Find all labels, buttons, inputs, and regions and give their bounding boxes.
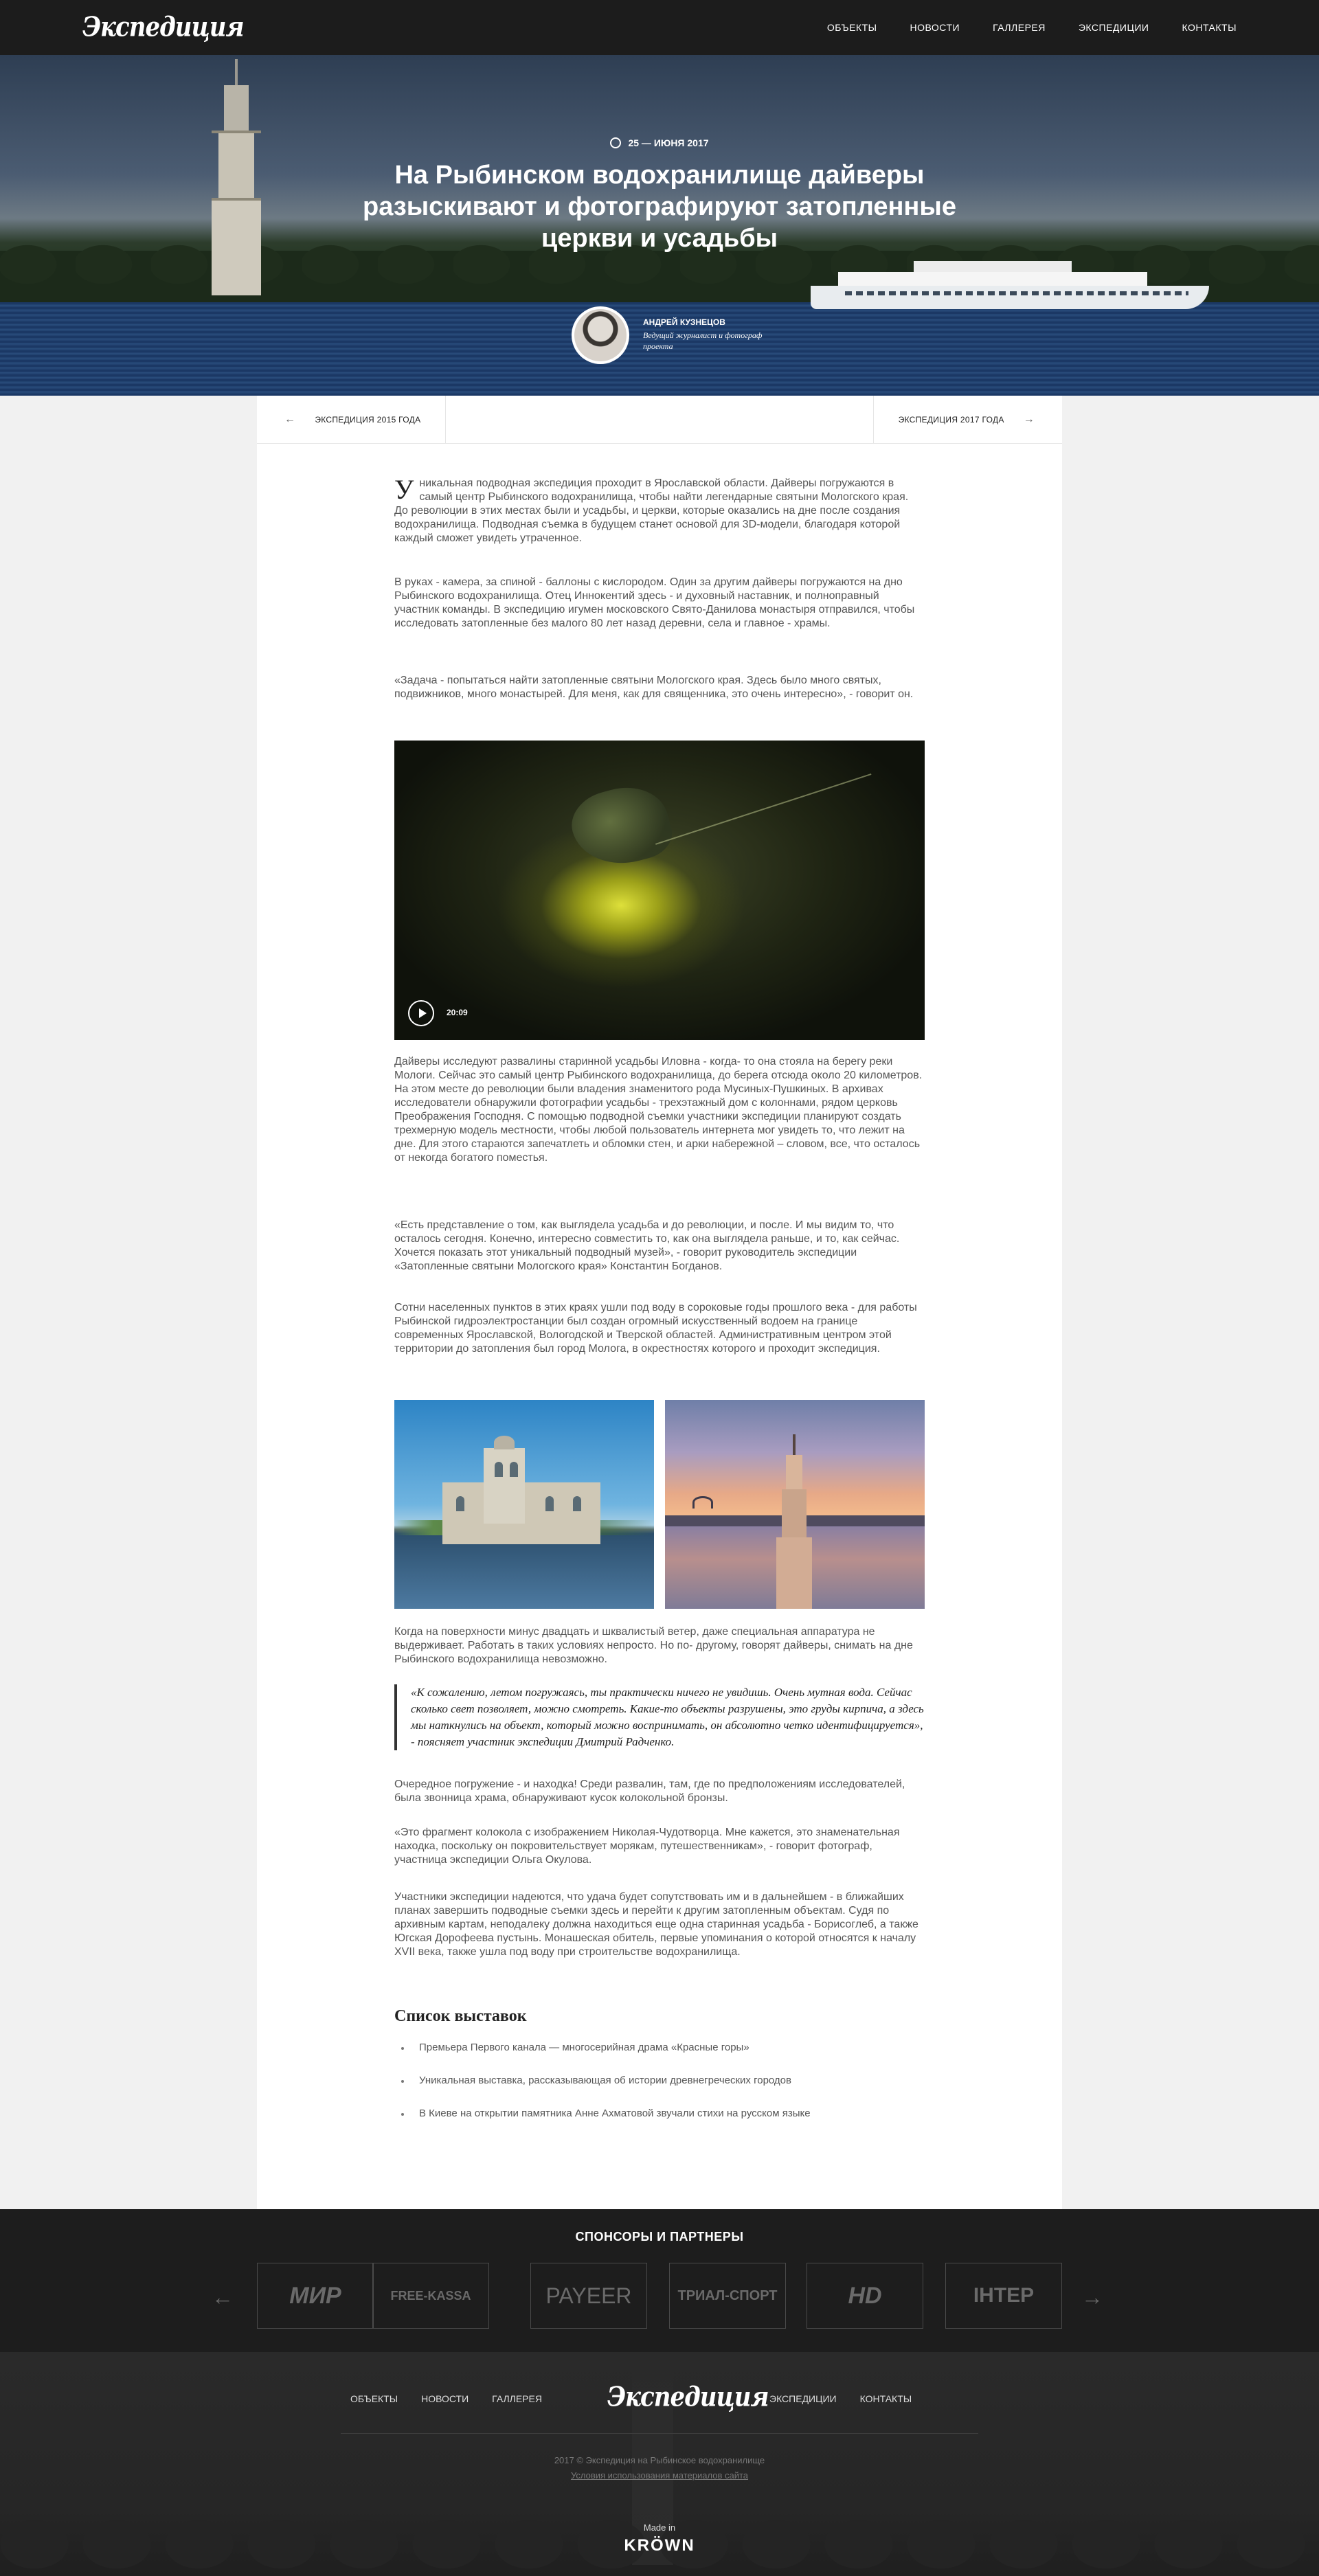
author-name[interactable]: АНДРЕЙ КУЗНЕЦОВ (643, 317, 725, 327)
sponsor-logo-trial-sport[interactable]: ТРИАЛ-СПОРТ (669, 2263, 786, 2329)
flooded-belltower-photo[interactable] (665, 1400, 925, 1609)
article-container: ← ЭКСПЕДИЦИЯ 2015 ГОДА ЭКСПЕДИЦИЯ 2017 ГО… (257, 396, 1062, 2209)
prev-post-link[interactable]: ← ЭКСПЕДИЦИЯ 2015 ГОДА (284, 396, 447, 444)
sponsor-logo-freekassa[interactable]: FREE-KASSA (372, 2263, 489, 2329)
video-duration: 20:09 (447, 1008, 468, 1017)
publish-date-text: 25 — ИЮНЯ 2017 (628, 137, 709, 148)
footer-nav-right: ЭКСПЕДИЦИИ КОНТАКТЫ (769, 2393, 912, 2404)
site-footer: ОБЪЕКТЫ НОВОСТИ ГАЛЛЕРЕЯ Экспедиция ЭКСП… (0, 2352, 1319, 2576)
terms-link[interactable]: Условия использования материалов сайта (0, 2470, 1319, 2481)
author-block: АНДРЕЙ КУЗНЕЦОВ Ведущий журналист и фото… (572, 306, 805, 364)
author-role: Ведущий журналист и фотограф проекта (643, 330, 763, 351)
paragraph: «Задача - попытаться найти затопленные с… (394, 675, 914, 700)
top-navbar: Экспедиция ОБЪЕКТЫ НОВОСТИ ГАЛЛЕРЕЯ ЭКСП… (0, 0, 1319, 55)
nav-news[interactable]: НОВОСТИ (910, 22, 960, 33)
clock-icon (610, 137, 622, 148)
footer-nav-objects[interactable]: ОБЪЕКТЫ (350, 2393, 398, 2404)
play-icon[interactable] (408, 1000, 434, 1026)
footer-nav-contacts[interactable]: КОНТАКТЫ (860, 2393, 912, 2404)
nav-gallery[interactable]: ГАЛЛЕРЕЯ (993, 22, 1046, 33)
avatar[interactable] (572, 306, 629, 364)
article-quote: «К сожалению, летом погружаясь, ты практ… (394, 1684, 925, 1750)
list-item[interactable]: В Киеве на открытии памятника Анне Ахмат… (394, 2108, 811, 2119)
paragraph: Уникальная подводная экспедиция проходит… (394, 474, 909, 544)
paragraph: Участники экспедиции надеются, что удача… (394, 1891, 918, 1958)
paragraph: В руках - камера, за спиной - баллоны с … (394, 576, 915, 629)
cruise-ship-image (811, 261, 1209, 309)
list-title: Список выставок (394, 2007, 527, 2025)
hero-banner: 25 — ИЮНЯ 2017 На Рыбинском водохранилищ… (0, 55, 1319, 396)
paragraph: «Есть представление о том, как выглядела… (394, 1219, 900, 1272)
publish-date: 25 — ИЮНЯ 2017 (0, 137, 1319, 148)
footer-nav-news[interactable]: НОВОСТИ (421, 2393, 469, 2404)
guide-rope (655, 773, 872, 845)
nav-expeditions[interactable]: ЭКСПЕДИЦИИ (1079, 22, 1149, 33)
paragraph: «Это фрагмент колокола с изображением Ни… (394, 1827, 900, 1866)
main-nav: ОБЪЕКТЫ НОВОСТИ ГАЛЛЕРЕЯ ЭКСПЕДИЦИИ КОНТ… (827, 0, 1237, 55)
footer-logo[interactable]: Экспедиция (607, 2382, 769, 2413)
site-logo[interactable]: Экспедиция (82, 12, 245, 43)
list-item[interactable]: Премьера Первого канала — многосерийная … (394, 2042, 749, 2053)
footer-nav-left: ОБЪЕКТЫ НОВОСТИ ГАЛЛЕРЕЯ (350, 2393, 542, 2404)
footer-nav-expeditions[interactable]: ЭКСПЕДИЦИИ (769, 2393, 837, 2404)
article-title: На Рыбинском водохранилище дайверы разыс… (363, 161, 956, 253)
list-item[interactable]: Уникальная выставка, рассказывающая об и… (394, 2075, 791, 2086)
paragraph: Сотни населенных пунктов в этих краях уш… (394, 1302, 917, 1355)
nav-objects[interactable]: ОБЪЕКТЫ (827, 22, 877, 33)
diver-silhouette (565, 777, 677, 876)
paragraph: Очередное погружение - и находка! Среди … (394, 1778, 905, 1804)
arrow-right-icon: → (1023, 414, 1035, 425)
sponsor-logo-inter[interactable]: ІНТЕР (945, 2263, 1062, 2329)
carousel-next-icon[interactable]: → (1081, 2285, 1103, 2310)
footer-divider (341, 2433, 978, 2434)
next-post-label: ЭКСПЕДИЦИЯ 2017 ГОДА (898, 415, 1004, 425)
footer-bg-trees (0, 2489, 1319, 2576)
sponsors-title: СПОНСОРЫ И ПАРТНЕРЫ (575, 2230, 744, 2244)
footer-nav-gallery[interactable]: ГАЛЛЕРЕЯ (492, 2393, 542, 2404)
paragraph: Дайверы исследуют развалины старинной ус… (394, 1056, 923, 1164)
video-player[interactable]: 20:09 (394, 741, 925, 1040)
developer-logo[interactable]: KRÖWN (0, 2536, 1319, 2555)
church-ruins-photo[interactable] (394, 1400, 654, 1609)
sponsors-section: СПОНСОРЫ И ПАРТНЕРЫ ← МИР FREE-KASSA PAY… (0, 2209, 1319, 2352)
sponsor-logo-mir[interactable]: МИР (257, 2263, 374, 2329)
prev-post-label: ЭКСПЕДИЦИЯ 2015 ГОДА (315, 415, 421, 425)
nav-contacts[interactable]: КОНТАКТЫ (1182, 22, 1237, 33)
paragraph: Когда на поверхности минус двадцать и шк… (394, 1626, 913, 1665)
made-in-label: Made in (643, 2522, 676, 2533)
copyright: 2017 © Экспедиция на Рыбинское водохрани… (554, 2455, 765, 2465)
carousel-prev-icon[interactable]: ← (212, 2285, 234, 2310)
sponsor-logo-hd[interactable]: HD (807, 2263, 923, 2329)
sponsor-logo-payeer[interactable]: PAYEER (530, 2263, 647, 2329)
next-post-link[interactable]: ЭКСПЕДИЦИЯ 2017 ГОДА → (872, 396, 1035, 444)
post-navigation: ← ЭКСПЕДИЦИЯ 2015 ГОДА ЭКСПЕДИЦИЯ 2017 ГО… (257, 396, 1062, 444)
arrow-left-icon: ← (284, 414, 296, 425)
